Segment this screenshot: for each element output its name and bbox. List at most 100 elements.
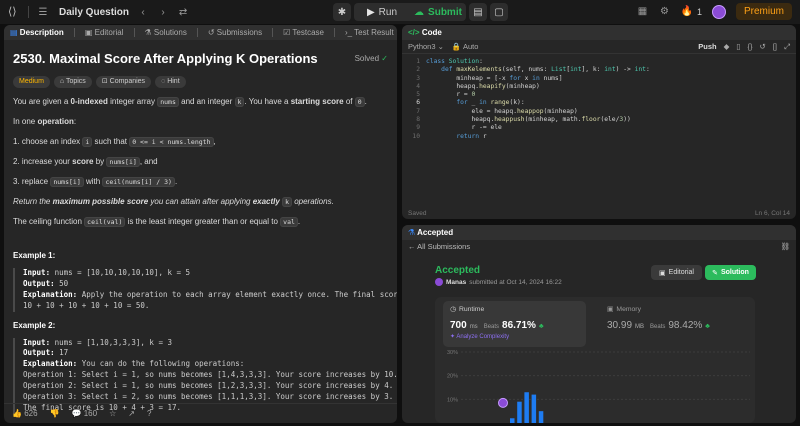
- runtime-beats: 86.71%: [502, 320, 536, 331]
- note-icon: ▤: [473, 6, 483, 18]
- accepted-header: Accepted Manas submitted at Oct 14, 2024 …: [435, 265, 562, 286]
- leetcode-logo-icon[interactable]: ⟨⟩: [8, 5, 20, 19]
- description-panel: ▤ Description ▣ Editorial ⚗ Solutions ↺ …: [4, 25, 397, 423]
- play-icon: ▶: [366, 6, 375, 18]
- sparkle-icon: ✦: [450, 334, 456, 340]
- y-tick-label: 10%: [447, 397, 458, 403]
- comment-icon: 💬: [71, 409, 82, 418]
- share-button[interactable]: ↗: [128, 409, 135, 418]
- bookmark-icon[interactable]: ▯: [736, 42, 740, 51]
- dislike-button[interactable]: 👎: [50, 409, 60, 418]
- operation-step-3: 3. replace nums[i] with ceil(nums[i] / 3…: [13, 177, 178, 187]
- code-toolbar: Python3 ⌄ 🔒 Auto Push ◆ ▯ {} ↺ [] ⤢: [402, 40, 796, 54]
- whiteboard-icon: ▢: [494, 6, 504, 18]
- page-title[interactable]: Daily Question: [59, 7, 129, 18]
- settings-icon[interactable]: ⚙: [659, 6, 671, 17]
- help-button[interactable]: ?: [147, 409, 151, 418]
- fullscreen-icon[interactable]: ⤢: [784, 42, 790, 52]
- lightbulb-icon: ◌: [161, 77, 166, 85]
- book-icon: ▣: [84, 28, 93, 37]
- ceil-paragraph: The ceiling function ceil(val) is the le…: [13, 217, 301, 227]
- example-1-block: Input: nums = [10,10,10,10,10], k = 5 Ou…: [13, 268, 397, 312]
- distribution-bar[interactable]: [538, 411, 544, 423]
- distribution-bar[interactable]: [531, 394, 537, 423]
- distribution-bar[interactable]: [510, 418, 515, 423]
- distribution-bar[interactable]: [517, 401, 522, 423]
- example-1-title: Example 1:: [13, 251, 56, 260]
- shuffle-icon[interactable]: ⇄: [177, 7, 189, 18]
- reset-icon[interactable]: ↺: [760, 42, 766, 51]
- leaf-icon: ♣: [538, 323, 544, 330]
- notes-button[interactable]: ▤: [469, 3, 487, 21]
- memory-beats: 98.42%: [668, 320, 703, 331]
- braces-icon[interactable]: {}: [748, 42, 753, 51]
- problem-title[interactable]: 2530. Maximal Score After Applying K Ope…: [13, 49, 318, 69]
- solution-button[interactable]: ✎ Solution: [705, 265, 756, 280]
- help-icon: ?: [146, 409, 152, 418]
- y-tick-label: 20%: [447, 374, 458, 380]
- premium-button[interactable]: Premium: [735, 3, 792, 20]
- brackets-icon[interactable]: []: [773, 42, 777, 51]
- share-icon: ↗: [128, 409, 135, 418]
- editorial-button[interactable]: ▣ Editorial: [651, 265, 702, 280]
- topics-tag[interactable]: ⌂ Topics: [53, 75, 92, 88]
- language-select[interactable]: Python3 ⌄: [408, 42, 444, 51]
- lock-icon: ⊡: [101, 77, 108, 85]
- comments-button[interactable]: 💬 160: [72, 409, 98, 418]
- run-submit-group: ▶ Run ☁ Submit: [354, 3, 466, 21]
- intro-paragraph: You are given a 0-indexed integer array …: [13, 97, 367, 107]
- push-button[interactable]: Push: [698, 42, 716, 51]
- streak-count: 1: [696, 6, 702, 17]
- whiteboard-button[interactable]: ▢: [490, 3, 508, 21]
- prev-problem-icon[interactable]: ‹: [137, 7, 149, 18]
- history-icon: ↺: [207, 28, 215, 37]
- run-button[interactable]: ▶ Run: [354, 3, 410, 21]
- layout-icon[interactable]: ▦: [637, 6, 649, 17]
- tab-submissions[interactable]: ↺ Submissions: [208, 28, 262, 37]
- line-numbers: 1 2 3 4 5 6 7 8 9 10: [412, 58, 420, 140]
- user-name[interactable]: Manas: [446, 279, 466, 286]
- submit-button[interactable]: ☁ Submit: [410, 3, 466, 21]
- tab-description[interactable]: ▤ Description: [10, 28, 64, 37]
- problem-list-icon[interactable]: ☰: [37, 7, 49, 18]
- hint-tag[interactable]: ◌ Hint: [155, 75, 186, 88]
- tab-accepted[interactable]: ⚗ Accepted: [408, 228, 453, 237]
- terminal-icon: ›_: [344, 28, 353, 37]
- streak-fire-icon[interactable]: 🔥: [681, 6, 693, 17]
- companies-tag[interactable]: ⊡ Companies: [95, 75, 152, 88]
- memory-value: 30.99: [607, 320, 633, 331]
- operation-step-2: 2. increase your score by nums[i], and: [13, 157, 158, 167]
- link-icon[interactable]: ⛓: [780, 242, 790, 251]
- y-tick-label: 30%: [447, 350, 458, 356]
- doc-icon: ▤: [10, 28, 18, 37]
- tab-testcase[interactable]: ☑ Testcase: [283, 28, 324, 37]
- user-avatar[interactable]: [435, 278, 443, 286]
- your-submission-marker[interactable]: [498, 397, 508, 408]
- description-footer: 👍 626 👎 💬 160 ☆ ↗ ?: [4, 403, 397, 423]
- runtime-card[interactable]: ◷ Runtime 700 ms Beats 86.71% ♣ ✦ Analyze Com…: [443, 301, 586, 347]
- arrow-left-icon: ←: [408, 242, 416, 251]
- tab-editorial[interactable]: ▣ Editorial: [85, 28, 124, 37]
- memory-card[interactable]: ▣ Memory 30.99 MB Beats 98.42% ♣: [600, 301, 750, 347]
- code-editor[interactable]: 1 2 3 4 5 6 7 8 9 10 class Solution: def…: [402, 54, 796, 141]
- difficulty-badge[interactable]: Medium: [13, 75, 50, 88]
- distribution-bar[interactable]: [524, 392, 529, 423]
- checkbox-icon: ☑: [283, 28, 291, 37]
- debug-button[interactable]: ✱: [333, 3, 351, 21]
- code-header: </> Code: [402, 25, 796, 40]
- example-2-title: Example 2:: [13, 320, 56, 330]
- github-icon[interactable]: ◆: [724, 42, 730, 51]
- like-button[interactable]: 👍 626: [12, 409, 38, 418]
- tab-solutions[interactable]: ⚗ Solutions: [145, 28, 187, 37]
- code-panel: </> Code Python3 ⌄ 🔒 Auto Push ◆ ▯ {} ↺ …: [402, 25, 796, 219]
- tag-icon: ⌂: [59, 77, 65, 85]
- avatar[interactable]: [711, 4, 726, 19]
- analyze-complexity-link[interactable]: ✦ Analyze Complexity: [450, 333, 579, 340]
- edit-icon: ✎: [712, 269, 718, 277]
- tab-test-result[interactable]: ›_ Test Result: [345, 28, 394, 37]
- all-submissions-link[interactable]: ← All Submissions: [408, 242, 470, 251]
- next-problem-icon[interactable]: ›: [157, 7, 169, 18]
- favorite-button[interactable]: ☆: [109, 409, 116, 418]
- leaf-icon: ♣: [705, 323, 710, 330]
- autocomplete-toggle[interactable]: 🔒 Auto: [452, 42, 478, 51]
